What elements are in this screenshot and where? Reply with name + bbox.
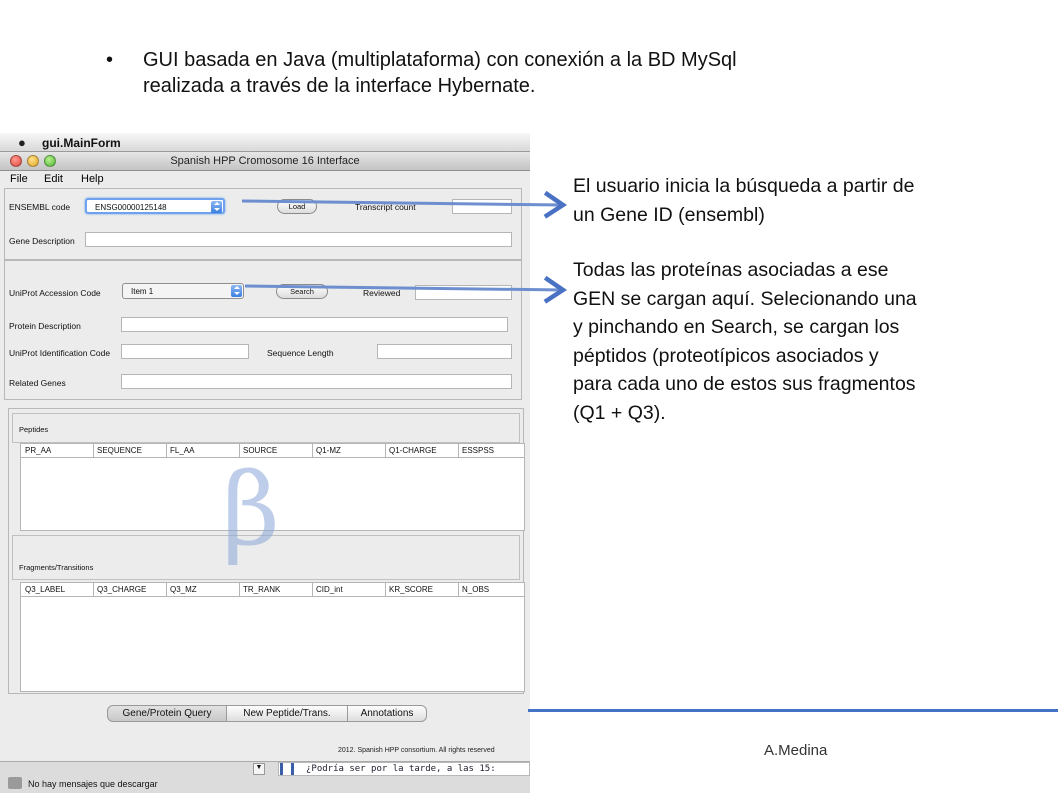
note-gene-id: El usuario inicia la búsqueda a partir d…: [573, 172, 1003, 229]
note-line: El usuario inicia la búsqueda a partir d…: [573, 175, 915, 197]
note-line: para cada uno de estos sus fragmentos: [573, 373, 916, 395]
note-line: y pinchando en Search, se cargan los: [573, 316, 900, 338]
arrow-to-ensembl: [241, 190, 568, 219]
slide-divider: [528, 709, 1058, 712]
note-proteins: Todas las proteínas asociadas a ese GEN …: [573, 256, 1003, 427]
note-line: GEN se cargan aquí. Selecionando una: [573, 287, 917, 310]
note-line: Todas las proteínas asociadas a ese: [573, 259, 889, 281]
note-line: un Gene ID (ensembl): [573, 203, 765, 226]
author-name: A.Medina: [764, 742, 828, 759]
note-line: (Q1 + Q3).: [573, 401, 666, 424]
arrow-to-uniprot: [244, 275, 568, 304]
note-line: péptidos (proteotípicos asociados y: [573, 344, 879, 367]
